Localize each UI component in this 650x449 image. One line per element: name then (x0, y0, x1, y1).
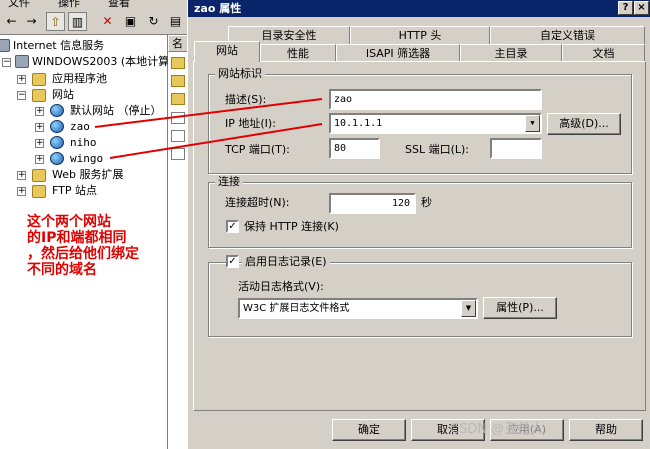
expand-icon[interactable]: + (17, 187, 26, 196)
dialog-titlebar[interactable]: zao 属性 ? × (188, 0, 650, 17)
menu-bar: 文件 操作 查看 (0, 0, 188, 8)
tab-home-directory[interactable]: 主目录 (460, 44, 562, 62)
tab-performance[interactable]: 性能 (260, 44, 336, 62)
advanced-button[interactable]: 高级(D)... (547, 113, 621, 135)
website-stopped-icon (50, 104, 64, 117)
expand-icon[interactable]: + (35, 155, 44, 164)
description-input[interactable]: zao (329, 89, 542, 110)
toolbar: ← → ⇧ ▥ ✕ ▣ ↻ ▤ (0, 8, 188, 35)
folder-icon (32, 169, 46, 182)
folder-icon (32, 73, 46, 86)
seconds-unit: 秒 (421, 196, 432, 209)
export-icon[interactable]: ▤ (166, 12, 185, 31)
website-icon (50, 152, 64, 165)
keep-alive-label: 保持 HTTP 连接(K) (244, 220, 339, 233)
chevron-down-icon[interactable]: ▼ (525, 115, 540, 132)
keep-alive-checkbox[interactable]: ✓ (226, 220, 239, 233)
ip-address-label: IP 地址(I): (225, 117, 276, 130)
ok-button[interactable]: 确定 (332, 419, 406, 441)
log-properties-button[interactable]: 属性(P)... (483, 297, 557, 319)
show-tree-icon[interactable]: ▥ (68, 12, 87, 31)
folder-icon (32, 185, 46, 198)
chevron-down-icon[interactable]: ▼ (461, 300, 476, 317)
delete-icon[interactable]: ✕ (98, 12, 117, 31)
file-icon[interactable] (171, 148, 185, 160)
timeout-label: 连接超时(N): (225, 196, 290, 209)
ssl-port-input[interactable] (490, 138, 542, 159)
tab-custom-errors[interactable]: 自定义错误 (490, 26, 645, 44)
iis-manager-window: 文件 操作 查看 ← → ⇧ ▥ ✕ ▣ ↻ ▤ Internet 信息服务 −… (0, 0, 188, 449)
close-icon[interactable]: × (634, 1, 649, 15)
tcp-port-label: TCP 端口(T): (225, 143, 290, 156)
folder-icon[interactable] (171, 75, 185, 87)
help-button[interactable]: 帮助 (569, 419, 643, 441)
list-column-header[interactable]: 名 (168, 35, 188, 52)
menu-action[interactable]: 操作 (58, 0, 80, 8)
ssl-port-label: SSL 端口(L): (405, 143, 470, 156)
collapse-icon[interactable]: − (2, 58, 11, 67)
website-icon (50, 136, 64, 149)
tab-panel-website: 网站标识 描述(S): zao IP 地址(I): 10.1.1.1 ▼ 高级(… (193, 61, 646, 411)
description-label: 描述(S): (225, 93, 267, 106)
dialog-title: zao 属性 (194, 2, 242, 15)
website-icon (50, 120, 64, 133)
tab-isapi-filters[interactable]: ISAPI 筛选器 (336, 44, 460, 62)
expand-icon[interactable]: + (35, 107, 44, 116)
properties-dialog: zao 属性 ? × 目录安全性 HTTP 头 自定义错误 网站 性能 ISAP… (187, 0, 650, 449)
watermark: CSDN @亚经人 (450, 422, 544, 437)
folder-icon (32, 89, 46, 102)
menu-file[interactable]: 文件 (8, 0, 30, 8)
ip-address-select[interactable]: 10.1.1.1 ▼ (329, 113, 542, 134)
tcp-port-input[interactable]: 80 (329, 138, 380, 159)
collapse-icon[interactable]: − (17, 91, 26, 100)
log-format-select[interactable]: W3C 扩展日志文件格式 ▼ (238, 298, 478, 319)
folder-icon[interactable] (171, 93, 185, 105)
tab-http-headers[interactable]: HTTP 头 (350, 26, 490, 44)
folder-icon[interactable] (171, 57, 185, 69)
annotation-note: 这个两个网站 的IP和端都相同 ，然后给他们绑定 不同的域名 (27, 214, 139, 278)
up-folder-icon[interactable]: ⇧ (46, 12, 65, 31)
timeout-input[interactable]: 120 (329, 193, 416, 214)
expand-icon[interactable]: + (35, 123, 44, 132)
help-icon[interactable]: ? (618, 1, 633, 15)
file-icon[interactable] (171, 130, 185, 142)
group-title: 连接 (215, 176, 243, 188)
expand-icon[interactable]: + (35, 139, 44, 148)
tab-documents[interactable]: 文档 (562, 44, 645, 62)
iis-icon (0, 39, 10, 52)
group-title: 网站标识 (215, 68, 265, 80)
properties-icon[interactable]: ▣ (121, 12, 140, 31)
expand-icon[interactable]: + (17, 171, 26, 180)
enable-logging-checkbox[interactable]: ✓ (226, 255, 239, 268)
expand-icon[interactable]: + (17, 75, 26, 84)
connection-group: 连接 (208, 176, 632, 248)
back-icon[interactable]: ← (2, 12, 21, 31)
tab-website[interactable]: 网站 (194, 41, 260, 62)
desktop: 文件 操作 查看 ← → ⇧ ▥ ✕ ▣ ↻ ▤ Internet 信息服务 −… (0, 0, 650, 449)
forward-icon[interactable]: → (22, 12, 41, 31)
file-icon[interactable] (171, 112, 185, 124)
menu-view[interactable]: 查看 (108, 0, 130, 8)
enable-logging-label: 启用日志记录(E) (242, 255, 330, 269)
refresh-icon[interactable]: ↻ (144, 12, 163, 31)
log-format-label: 活动日志格式(V): (238, 280, 324, 293)
computer-icon (15, 55, 29, 68)
